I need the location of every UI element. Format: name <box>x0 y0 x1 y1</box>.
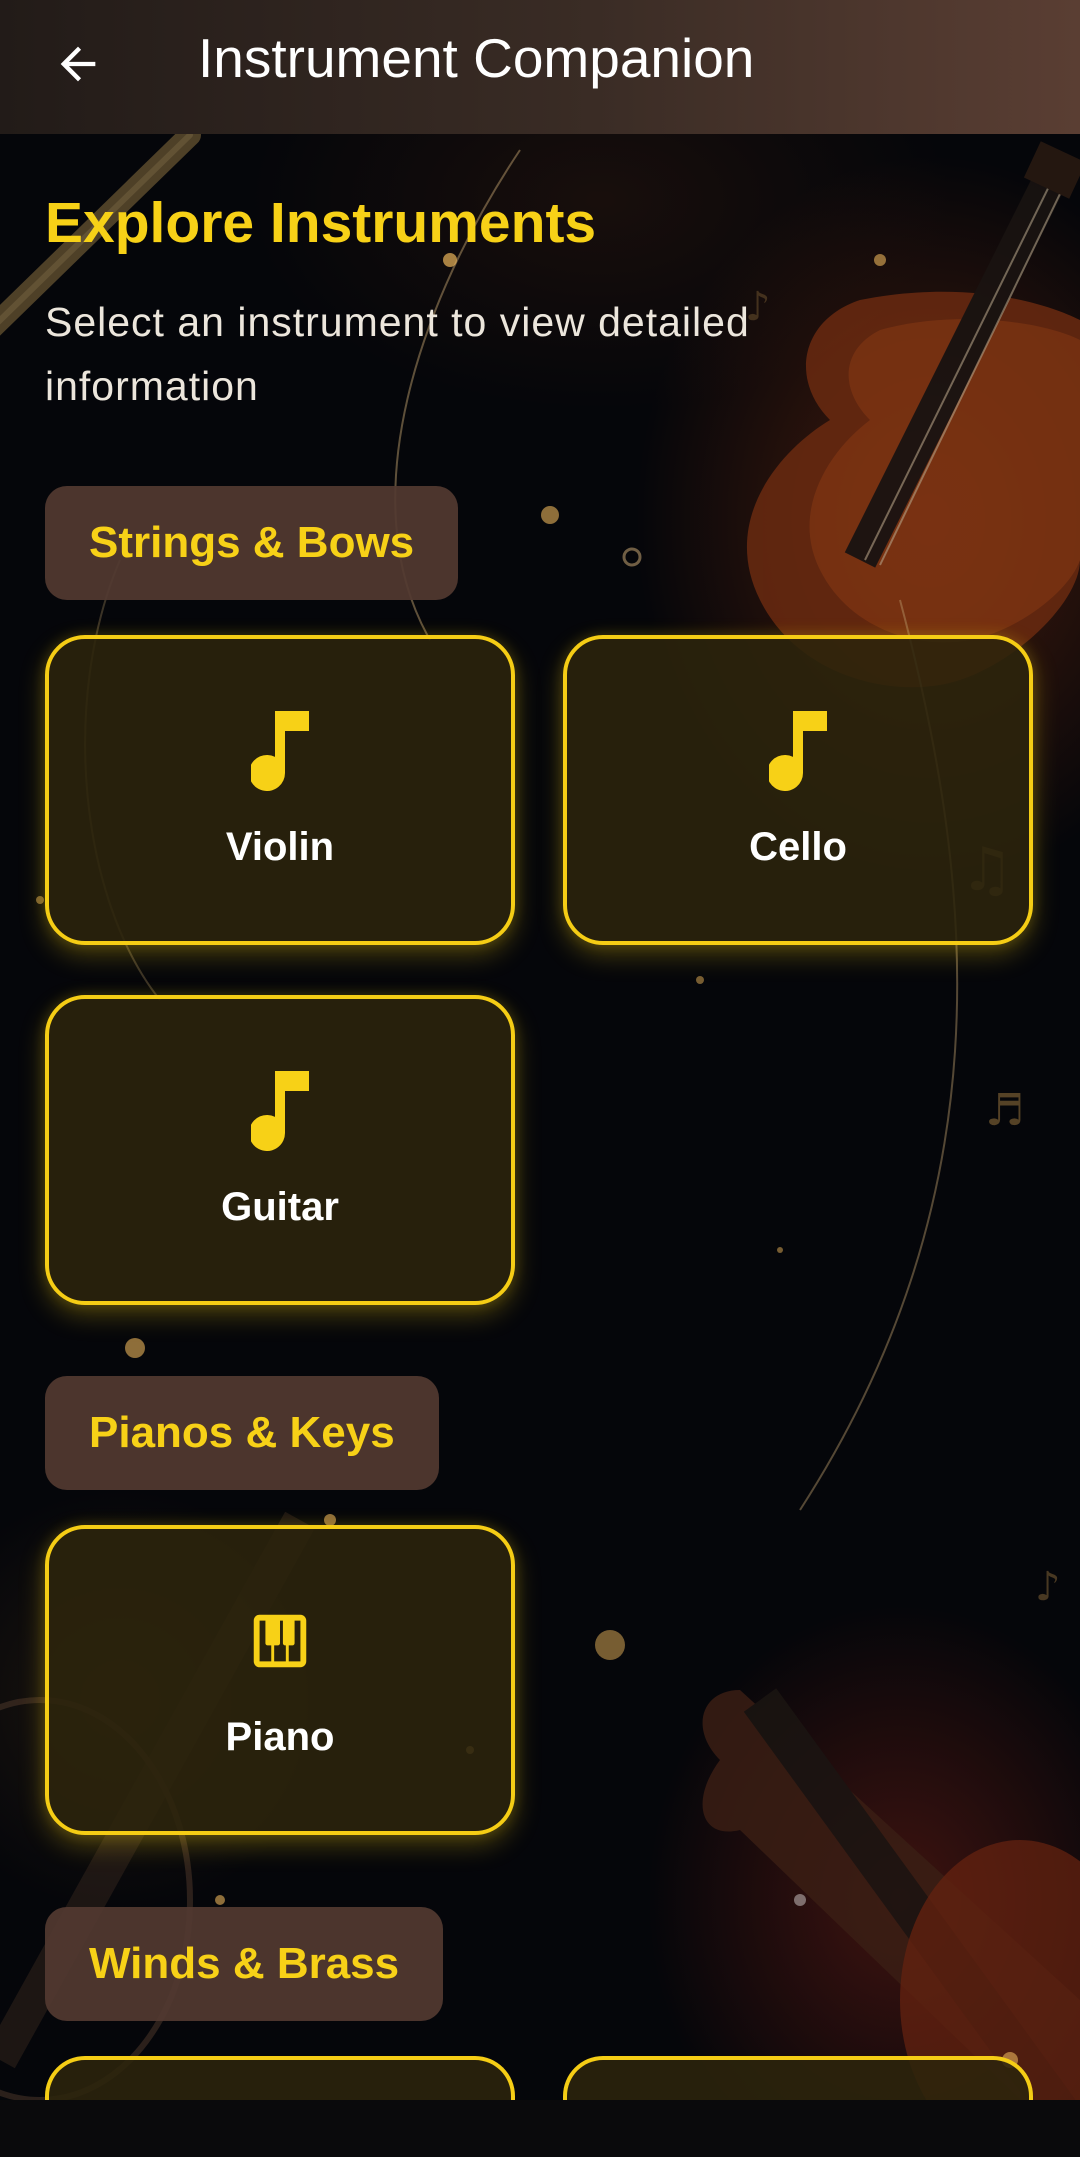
instrument-card-piano[interactable]: Piano <box>45 1525 515 1835</box>
section-header-pianos-keys: Pianos & Keys <box>45 1376 439 1490</box>
music-note-icon <box>763 711 833 791</box>
back-button[interactable] <box>40 26 116 102</box>
instrument-label: Guitar <box>221 1185 339 1229</box>
app-screen: ♫ ♬ ♪ ♪ Instrument Companion Explore Ins… <box>0 0 1080 2157</box>
music-note-icon <box>245 711 315 791</box>
app-title: Instrument Companion <box>198 27 755 89</box>
section-header-winds-brass: Winds & Brass <box>45 1907 444 2021</box>
instrument-card-guitar[interactable]: Guitar <box>45 995 515 1305</box>
piano-icon <box>245 1601 315 1681</box>
page-title: Explore Instruments <box>45 191 597 255</box>
instrument-label: Piano <box>225 1715 335 1759</box>
instrument-card-cello[interactable]: Cello <box>563 635 1033 945</box>
instrument-card-violin[interactable]: Violin <box>45 635 515 945</box>
app-bar: Instrument Companion <box>0 0 1080 134</box>
section-title: Winds & Brass <box>89 1939 400 1988</box>
navigation-bar-area <box>0 2100 1080 2157</box>
section-header-strings-bows: Strings & Bows <box>45 486 459 600</box>
section-title: Strings & Bows <box>89 518 415 567</box>
instrument-label: Cello <box>749 825 847 869</box>
section-title: Pianos & Keys <box>89 1408 395 1457</box>
arrow-left-icon <box>60 46 96 82</box>
instrument-label: Violin <box>225 825 335 869</box>
music-note-icon <box>245 1071 315 1151</box>
page-subtitle: Select an instrument to view detailed in… <box>45 299 750 409</box>
main-content: Explore Instruments Select an instrument… <box>0 134 1080 2157</box>
